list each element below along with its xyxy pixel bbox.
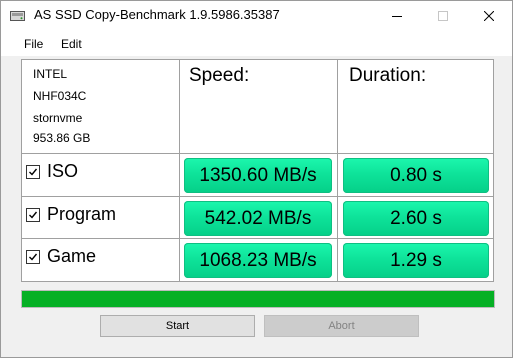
game-label: Game	[47, 246, 97, 266]
start-button[interactable]: Start	[100, 315, 255, 337]
row-label-program[interactable]: Program	[26, 204, 116, 225]
program-label: Program	[47, 204, 117, 224]
minimize-button[interactable]	[374, 1, 420, 31]
game-checkbox[interactable]	[26, 249, 40, 264]
game-duration-value: 1.29 s	[343, 243, 489, 278]
title-bar[interactable]: AS SSD Copy-Benchmark 1.9.5986.35387	[1, 1, 512, 31]
grid-divider	[22, 153, 493, 154]
maximize-button[interactable]	[420, 1, 466, 31]
close-button[interactable]	[466, 1, 512, 31]
menu-file[interactable]: File	[24, 37, 43, 51]
program-speed-value: 542.02 MB/s	[184, 201, 332, 236]
menu-edit[interactable]: Edit	[61, 37, 82, 51]
app-window: AS SSD Copy-Benchmark 1.9.5986.35387 Fil…	[0, 0, 513, 358]
checkmark-icon	[29, 168, 38, 176]
duration-header: Duration:	[349, 65, 427, 86]
drive-vendor: INTEL	[33, 67, 68, 81]
maximize-icon	[438, 11, 448, 21]
iso-checkbox[interactable]	[26, 164, 40, 179]
iso-duration-value: 0.80 s	[343, 158, 489, 193]
iso-speed-value: 1350.60 MB/s	[184, 158, 332, 193]
iso-label: ISO	[47, 161, 79, 181]
window-title: AS SSD Copy-Benchmark 1.9.5986.35387	[34, 7, 280, 22]
close-icon	[484, 11, 494, 21]
row-label-iso[interactable]: ISO	[26, 161, 78, 182]
program-checkbox[interactable]	[26, 207, 40, 222]
grid-divider	[22, 238, 493, 239]
row-label-game[interactable]: Game	[26, 246, 96, 267]
drive-driver: stornvme	[33, 111, 83, 125]
drive-model: NHF034C	[33, 89, 87, 103]
drive-icon	[10, 9, 25, 22]
abort-button[interactable]: Abort	[264, 315, 419, 337]
progress-fill	[22, 291, 494, 307]
results-grid: INTEL NHF034C stornvme 953.86 GB Speed: …	[21, 59, 494, 282]
grid-divider	[179, 60, 180, 281]
speed-header: Speed:	[189, 65, 250, 86]
game-speed-value: 1068.23 MB/s	[184, 243, 332, 278]
checkmark-icon	[29, 253, 38, 261]
progress-bar	[21, 290, 495, 308]
grid-divider	[337, 60, 338, 281]
checkmark-icon	[29, 211, 38, 219]
menu-bar: File Edit	[1, 31, 512, 56]
program-duration-value: 2.60 s	[343, 201, 489, 236]
minimize-icon	[392, 16, 402, 17]
grid-divider	[22, 196, 493, 197]
drive-capacity: 953.86 GB	[33, 131, 91, 145]
